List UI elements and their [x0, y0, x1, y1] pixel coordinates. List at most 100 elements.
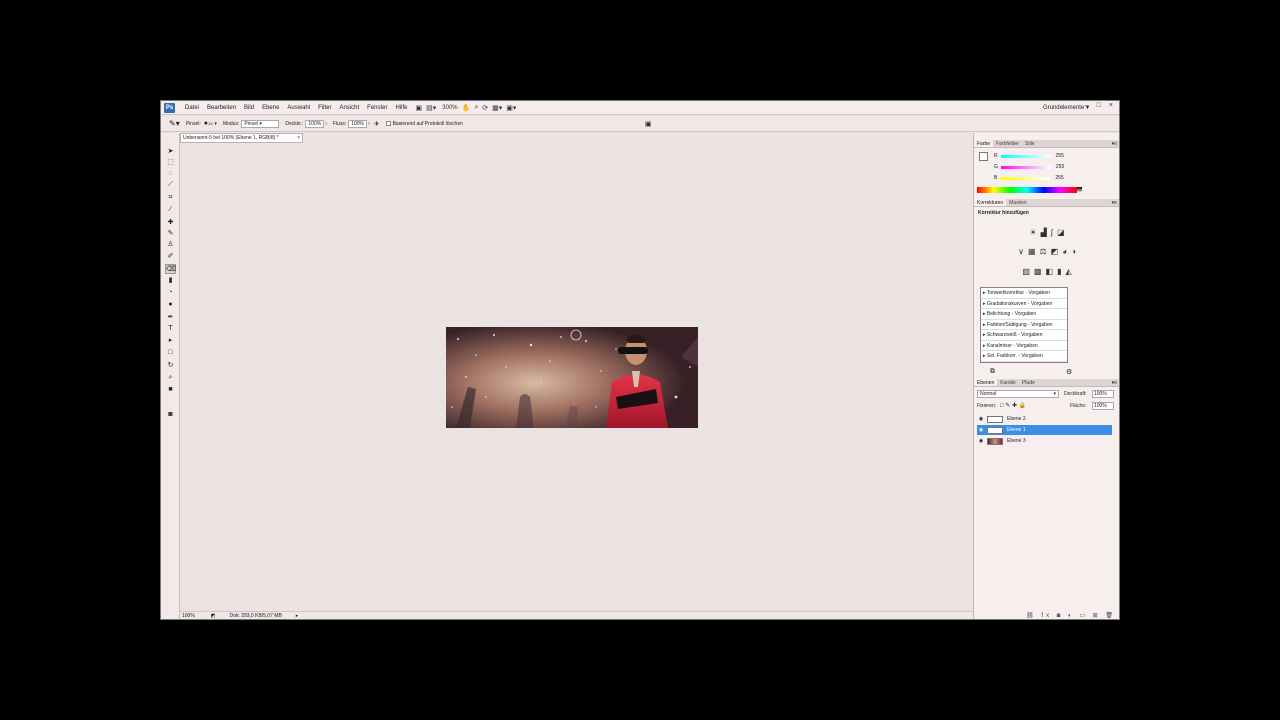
green-value[interactable]: 255: [1056, 164, 1064, 170]
history-brush-tool-icon[interactable]: ✐: [165, 252, 176, 262]
screen-mode-icon[interactable]: ▣▾: [506, 104, 516, 112]
window-controls[interactable]: – □ ×: [1085, 102, 1116, 109]
airbrush-icon[interactable]: ✈: [374, 120, 380, 128]
zoom-tool-icon[interactable]: ⌕: [165, 373, 176, 383]
dodge-tool-icon[interactable]: ●: [165, 300, 176, 310]
workspace-select[interactable]: Grundelemente ▾: [1043, 104, 1089, 111]
flow-dropdown-icon[interactable]: ›: [368, 121, 370, 127]
close-document-icon[interactable]: ×: [297, 134, 300, 142]
hue-saturation-icon[interactable]: ▦: [1028, 247, 1036, 256]
tab-masken[interactable]: Masken: [1006, 199, 1030, 206]
tab-farbfelder[interactable]: Farbfelder: [993, 140, 1022, 147]
tab-stile[interactable]: Stile: [1022, 140, 1038, 147]
layer-row[interactable]: ◉ Ebene 3: [977, 436, 1112, 446]
color-spectrum-bw[interactable]: [1077, 187, 1082, 193]
crop-tool-icon[interactable]: ⌗: [165, 193, 176, 203]
photo-filter-icon[interactable]: ◕: [1062, 247, 1067, 256]
exposure-icon[interactable]: ◪: [1057, 228, 1065, 237]
tab-farbe[interactable]: Farbe: [974, 140, 994, 147]
3d-rotate-tool-icon[interactable]: ↻: [165, 361, 176, 371]
foreground-background-colors-icon[interactable]: ■: [165, 385, 176, 395]
adjustments-menu-icon[interactable]: ▾≡: [1112, 199, 1117, 207]
menu-fenster[interactable]: Fenster: [363, 105, 391, 111]
eyedropper-tool-icon[interactable]: ⁄: [165, 205, 176, 215]
status-info-icon[interactable]: ◩: [211, 613, 216, 619]
adjustments-options-icon[interactable]: ⚙: [1066, 368, 1072, 376]
marquee-tool-icon[interactable]: ⬚: [165, 158, 176, 168]
lasso-tool-icon[interactable]: ◌: [165, 169, 176, 179]
move-tool-icon[interactable]: ➤: [165, 147, 176, 157]
foreground-color-swatch[interactable]: [979, 152, 988, 161]
bridge-icon[interactable]: ▣: [416, 104, 423, 112]
panel-menu-icon[interactable]: ▾≡: [1112, 140, 1117, 148]
visibility-eye-icon[interactable]: ◉: [977, 438, 985, 444]
fill-input[interactable]: 100%: [1092, 402, 1114, 410]
zoom-tool-icon[interactable]: ⌕: [474, 104, 478, 112]
visibility-eye-icon[interactable]: ◉: [977, 427, 985, 433]
menu-ansicht[interactable]: Ansicht: [335, 105, 363, 111]
vibrance-icon[interactable]: ∨: [1018, 247, 1024, 256]
blue-slider[interactable]: [1000, 176, 1051, 180]
healing-brush-tool-icon[interactable]: ✚: [165, 218, 176, 228]
path-selection-tool-icon[interactable]: ▸: [165, 336, 176, 346]
threshold-icon[interactable]: ◧: [1046, 267, 1054, 276]
tab-kanaele[interactable]: Kanäle: [997, 379, 1019, 386]
view-extras-icon[interactable]: ▤▾: [426, 104, 436, 112]
layers-menu-icon[interactable]: ▾≡: [1112, 379, 1117, 387]
menu-bild[interactable]: Bild: [240, 105, 258, 111]
status-menu-icon[interactable]: ▸: [296, 613, 299, 619]
layer-row[interactable]: ◉ Ebene 2: [977, 414, 1112, 424]
preset-item[interactable]: ▸ Kanalmixer - Vorgaben: [981, 341, 1067, 351]
levels-icon[interactable]: ▟: [1041, 228, 1047, 237]
red-slider[interactable]: [1000, 154, 1051, 158]
document-tab[interactable]: Unbenannt-5 bei 100% (Ebene 1, RGB/8) * …: [180, 133, 303, 143]
color-balance-icon[interactable]: ⚖: [1040, 247, 1047, 256]
rotate-view-icon[interactable]: ⟳: [482, 104, 488, 112]
shape-tool-icon[interactable]: □: [165, 348, 176, 358]
hand-tool-icon[interactable]: ✋: [462, 104, 471, 112]
brush-tool-icon[interactable]: ✎: [165, 229, 176, 239]
black-white-icon[interactable]: ◩: [1051, 247, 1059, 256]
preset-item[interactable]: ▸ Tonwertkorrektur - Vorgaben: [981, 288, 1067, 299]
gradient-tool-icon[interactable]: ▮: [165, 276, 176, 286]
clip-layer-icon[interactable]: ⧉: [990, 368, 995, 376]
menu-hilfe[interactable]: Hilfe: [391, 105, 411, 111]
menu-bearbeiten[interactable]: Bearbeiten: [203, 105, 240, 111]
quick-selection-tool-icon[interactable]: ⟋: [165, 180, 176, 190]
preset-item[interactable]: ▸ Sel. Farbkorr. - Vorgaben: [981, 351, 1067, 362]
tab-korrekturen[interactable]: Korrekturen: [974, 199, 1007, 206]
zoom-level-select[interactable]: 300%: [442, 105, 457, 111]
layer-row-selected[interactable]: ◉ Ebene 1: [977, 425, 1112, 435]
opacity-input[interactable]: 100%: [305, 119, 325, 128]
invert-icon[interactable]: ▨: [1022, 267, 1030, 276]
menu-filter[interactable]: Filter: [314, 105, 335, 111]
tab-pfade[interactable]: Pfade: [1019, 379, 1038, 386]
gradient-map-icon[interactable]: ▮: [1057, 267, 1061, 276]
mode-select[interactable]: Pinsel ▾: [241, 119, 280, 128]
preset-item[interactable]: ▸ Farbton/Sättigung - Vorgaben: [981, 320, 1067, 330]
preset-item[interactable]: ▸ Belichtung - Vorgaben: [981, 309, 1067, 320]
visibility-eye-icon[interactable]: ◉: [977, 416, 985, 422]
selective-color-icon[interactable]: ◭: [1065, 267, 1071, 276]
channel-mixer-icon[interactable]: ◑: [1071, 247, 1076, 256]
curves-icon[interactable]: ∫: [1051, 228, 1053, 237]
posterize-icon[interactable]: ▩: [1034, 267, 1042, 276]
red-value[interactable]: 255: [1056, 153, 1064, 159]
layer-opacity-input[interactable]: 100%: [1092, 390, 1114, 398]
tab-ebenen[interactable]: Ebenen: [974, 379, 998, 386]
status-zoom[interactable]: 100%: [182, 613, 195, 619]
preset-item[interactable]: ▸ Gradationskurven - Vorgaben: [981, 299, 1067, 309]
document-canvas[interactable]: [446, 327, 698, 428]
panel-toggle-icon[interactable]: ▣: [645, 120, 652, 128]
menu-datei[interactable]: Datei: [181, 105, 203, 111]
quick-mask-icon[interactable]: ◙: [165, 410, 176, 420]
layers-bottom-toolbar[interactable]: ⛓ fx ◙ ◐ ▭ ⊞ 🗑: [974, 612, 1119, 619]
clone-stamp-tool-icon[interactable]: ♙: [165, 240, 176, 250]
blend-mode-select[interactable]: Normal ▾: [977, 390, 1059, 398]
brightness-icon[interactable]: ☀: [1029, 228, 1036, 237]
menu-ebene[interactable]: Ebene: [258, 105, 283, 111]
brush-dropdown-icon[interactable]: ▾: [214, 121, 217, 127]
color-spectrum[interactable]: [977, 187, 1077, 193]
menu-auswahl[interactable]: Auswahl: [283, 105, 314, 111]
flow-input[interactable]: 100%: [348, 119, 368, 128]
